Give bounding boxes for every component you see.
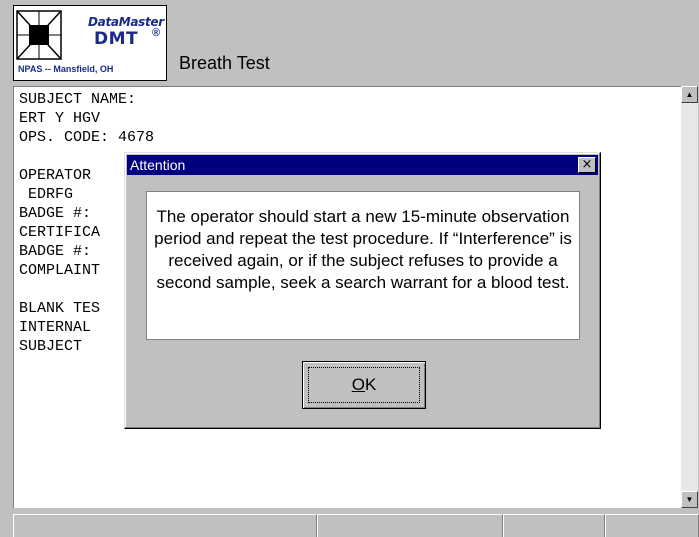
- vertical-scrollbar[interactable]: ▲ ▼: [681, 86, 698, 508]
- attention-dialog: Attention × The operator should start a …: [124, 152, 601, 429]
- registered-mark: ®: [152, 27, 161, 39]
- status-panel-2: [317, 514, 503, 537]
- ok-button-label: OK: [303, 375, 425, 395]
- ok-button[interactable]: OK: [302, 361, 426, 409]
- close-icon[interactable]: ×: [578, 157, 596, 173]
- dialog-message: The operator should start a new 15-minut…: [154, 207, 572, 292]
- dialog-title: Attention: [130, 157, 186, 173]
- scroll-down-icon[interactable]: ▼: [681, 491, 698, 508]
- status-panel-3: [503, 514, 605, 537]
- app-header: DataMaster DMT ® NPAS -- Mansfield, OH B…: [0, 0, 699, 86]
- page-title: Breath Test: [179, 53, 270, 73]
- ok-label-rest: K: [364, 375, 377, 394]
- scroll-up-icon[interactable]: ▲: [681, 86, 698, 103]
- datamaster-mark-icon: [16, 10, 62, 60]
- ok-mnemonic: O: [351, 375, 365, 394]
- status-panel-1: [13, 514, 317, 537]
- datamaster-logo: DataMaster DMT ® NPAS -- Mansfield, OH: [13, 5, 167, 81]
- brand-model: DMT: [94, 29, 139, 49]
- status-bar: [13, 514, 699, 537]
- status-panel-4: [605, 514, 699, 537]
- dialog-titlebar[interactable]: Attention ×: [127, 155, 598, 175]
- brand-location: NPAS -- Mansfield, OH: [18, 64, 114, 74]
- dialog-message-box: The operator should start a new 15-minut…: [146, 191, 580, 340]
